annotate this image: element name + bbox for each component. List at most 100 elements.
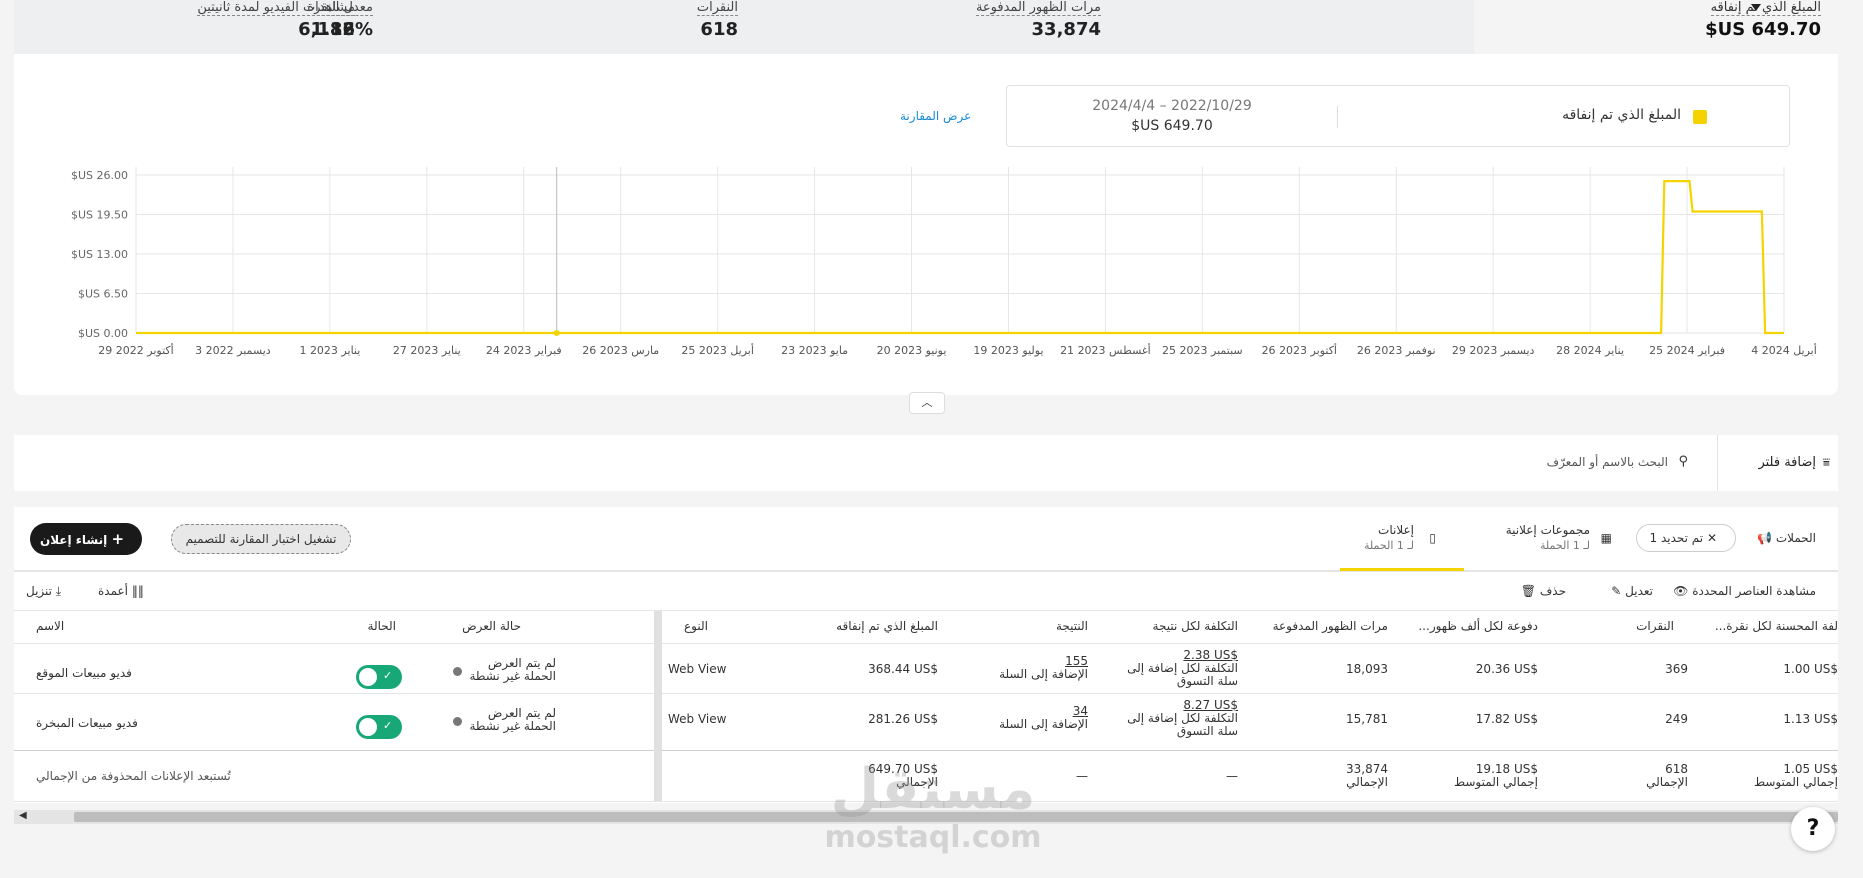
tab-label: الحملات <box>1775 531 1816 545</box>
metric-video-views[interactable]: مشاهدات الفيديو لمدة ثانيتين 6,116 <box>197 0 355 40</box>
download-label: تنزيل <box>26 584 53 598</box>
dropdown-caret-icon[interactable] <box>1751 4 1761 11</box>
eye-icon: 👁 <box>1673 584 1689 598</box>
cell-impressions: 18,093 <box>1346 662 1388 676</box>
cell-cpr-label: سلة التسوق <box>1176 724 1238 738</box>
edit-button[interactable]: ✎ تعديل <box>1611 584 1653 598</box>
header-delivery[interactable]: حالة العرض <box>462 619 521 633</box>
watermark-url: mostaql.com <box>824 820 1042 855</box>
add-filter-button[interactable]: إضافة فلتر <box>1758 455 1816 470</box>
view-selected-button[interactable]: 👁 مشاهدة العناصر المحددة <box>1673 584 1816 598</box>
status-dot <box>453 717 462 726</box>
x-tick-label: 29 أكتوبر 2022 <box>98 343 173 357</box>
columns-label: أعمدة <box>98 584 129 598</box>
tab-ad-groups[interactable]: ▦ مجموعات إعلانية لـ 1 الحملة <box>1505 523 1612 552</box>
plus-icon: + <box>111 530 125 548</box>
x-tick-label: 19 يوليو 2023 <box>973 344 1043 357</box>
status-toggle[interactable]: ✓ <box>356 665 402 689</box>
cell-delivery-sub: الحملة غير نشطة <box>469 719 556 733</box>
x-tick-label: 25 أبريل 2023 <box>681 343 754 357</box>
metric-label: النقرات <box>696 0 738 16</box>
metric-impressions[interactable]: مرات الظهور المدفوعة 33,874 <box>975 0 1101 40</box>
download-button[interactable]: تنزيل ⤓ <box>26 584 67 599</box>
status-toggle[interactable]: ✓ <box>356 715 402 739</box>
chip-label: تم تحديد 1 <box>1649 531 1704 545</box>
scroll-left-icon[interactable]: ◀ <box>19 810 27 821</box>
cell-name[interactable]: فديو مبيعات المبخرة <box>36 717 138 730</box>
x-tick-label: 27 يناير 2023 <box>393 344 461 357</box>
totals-note: تُستبعد الإعلانات المحذوفة من الإجمالي <box>36 769 231 783</box>
close-icon[interactable]: ✕ <box>1707 531 1717 545</box>
header-result[interactable]: النتيجة <box>1056 619 1088 633</box>
legend-swatch <box>1693 110 1707 124</box>
metric-label: المبلغ الذي تم إنفاقه <box>1710 0 1821 16</box>
cell-clicks: 369 <box>1665 662 1688 676</box>
x-tick-label: 1 يناير 2023 <box>299 344 360 357</box>
cell-name[interactable]: فديو مبيعات الموقع <box>36 667 132 680</box>
tab-campaigns[interactable]: 📢 الحملات <box>1753 531 1816 545</box>
compare-link[interactable]: عرض المقارنة <box>900 109 971 123</box>
tab-label: إعلانات <box>1378 523 1414 537</box>
status-dot <box>453 667 462 676</box>
header-status[interactable]: الحالة <box>368 619 396 633</box>
search-input[interactable]: البحث بالاسم أو المعرّف <box>1547 455 1668 469</box>
header-type[interactable]: النوع <box>684 619 708 633</box>
tab-ads[interactable]: ▯ إعلانات لـ 1 الحملة <box>1364 523 1436 552</box>
header-clicks[interactable]: النقرات <box>1636 619 1674 633</box>
header-spend[interactable]: المبلغ الذي تم إنفاقه <box>836 619 938 633</box>
x-tick-label: 23 مايو 2023 <box>781 344 848 357</box>
metric-clicks[interactable]: النقرات 618 <box>696 0 738 40</box>
y-tick-label: $US 6.50 <box>78 288 128 301</box>
search-icon: ⚲ <box>1678 454 1688 469</box>
x-tick-label: 28 يناير 2024 <box>1556 344 1624 357</box>
watermark-logo: مستقل <box>830 757 1036 822</box>
grid-icon: ▦ <box>1600 531 1612 545</box>
level-tabs: 📢 الحملات تم تحديد 1 ✕ ▦ مجموعات إعلانية… <box>14 507 1838 572</box>
header-impressions[interactable]: مرات الظهور المدفوعة <box>1273 619 1388 633</box>
y-tick-label: $US 19.50 <box>71 209 128 222</box>
trash-icon: 🗑 <box>1520 584 1537 598</box>
x-tick-label: 25 فبراير 2024 <box>1649 344 1725 357</box>
metric-selected[interactable]: المبلغ الذي تم إنفاقه $US 649.70 <box>1501 0 1821 54</box>
chart-legend: 2024/4/4 – 2022/10/29 $US 649.70 المبلغ … <box>1006 85 1790 147</box>
ab-test-button[interactable]: تشغيل اختبار المقارنة للتصميم <box>171 524 351 554</box>
cell-cpm: 17.82 US$ <box>1475 712 1538 726</box>
cell-cpc: 1.13 US$ <box>1783 712 1838 726</box>
frozen-column-divider[interactable] <box>654 611 662 801</box>
campaigns-selected-chip[interactable]: تم تحديد 1 ✕ <box>1636 524 1736 552</box>
help-button[interactable]: ? <box>1791 807 1835 851</box>
spend-line-chart: $US 26.00 $US 19.50 $US 13.00 $US 6.50 $US 0… <box>71 167 1817 357</box>
x-tick-label: 29 ديسمبر 2023 <box>1452 344 1535 357</box>
columns-button[interactable]: أعمدة ‖‖ <box>98 584 150 598</box>
metric-value: $US 649.70 <box>1705 19 1821 40</box>
watermark: مستقل mostaql.com <box>818 757 1048 856</box>
cell-cpm: 20.36 US$ <box>1475 662 1538 676</box>
legend-divider <box>1337 106 1338 128</box>
columns-icon: ‖‖ <box>131 584 144 598</box>
cell-spend: 281.26 US$ <box>868 712 938 726</box>
series-line <box>136 180 1784 335</box>
metric-label: مرات الظهور المدفوعة <box>975 0 1101 16</box>
header-cpc[interactable]: ...لفة المحسنة لكل نقرة <box>1715 619 1838 633</box>
total-result: — <box>1076 769 1088 783</box>
delete-label: حذف <box>1539 584 1566 598</box>
header-cpm[interactable]: ...دفوعة لكل ألف ظهور <box>1418 619 1538 633</box>
cell-result-label: الإضافة إلى السلة <box>999 717 1088 731</box>
tab-label: مجموعات إعلانية <box>1505 523 1590 537</box>
create-ad-button[interactable]: إنشاء إعلان + <box>30 523 142 555</box>
tab-sublabel: لـ 1 الحملة <box>1364 539 1414 552</box>
metric-value: 6,116 <box>298 19 355 40</box>
legend-date-range: 2024/4/4 – 2022/10/29 <box>1092 98 1252 114</box>
header-cost-per-result[interactable]: التكلفة لكل نتيجة <box>1153 619 1238 633</box>
total-cpc-label: إجمالي المتوسط <box>1753 775 1838 789</box>
cell-cpc: 1.00 US$ <box>1783 662 1838 676</box>
x-tick-label: 26 مارس 2023 <box>582 344 659 357</box>
check-icon: ✓ <box>383 669 393 682</box>
legend-series-name: المبلغ الذي تم إنفاقه <box>1562 107 1681 123</box>
cell-type: Web View <box>668 712 727 726</box>
header-name[interactable]: الاسم <box>36 619 64 633</box>
collapse-chart-button[interactable]: ︿ <box>909 392 945 414</box>
pencil-icon: ✎ <box>1611 584 1622 598</box>
row-divider <box>14 693 1838 694</box>
delete-button[interactable]: 🗑 حذف <box>1521 584 1566 598</box>
